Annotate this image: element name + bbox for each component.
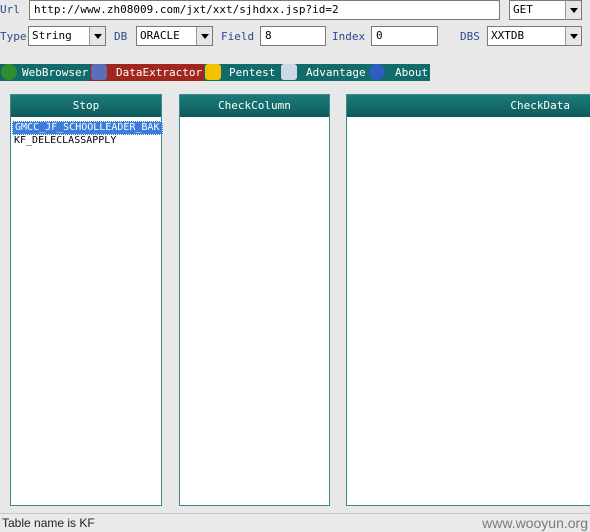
- tab-label: Pentest: [229, 66, 276, 79]
- info-icon: [369, 64, 385, 80]
- tools-icon: [281, 64, 297, 80]
- tab-pentest[interactable]: Pentest: [204, 64, 280, 81]
- dbs-value: XXTDB: [491, 29, 525, 42]
- stop-header[interactable]: Stop: [11, 95, 161, 117]
- chevron-down-icon[interactable]: [565, 1, 581, 19]
- tab-dataextractor[interactable]: DataExtractor: [90, 64, 204, 81]
- stop-panel: Stop GMCC_JF_SCHOOLLEADER_BAK KF_DELECLA…: [10, 94, 163, 506]
- radiation-icon: [205, 64, 221, 80]
- dbs-label: DBS: [460, 30, 480, 43]
- checkcolumn-header[interactable]: CheckColumn: [180, 95, 329, 117]
- db-value: ORACLE: [140, 29, 180, 42]
- chevron-down-icon[interactable]: [565, 27, 581, 45]
- tab-advantage[interactable]: Advantage: [280, 64, 368, 81]
- method-select[interactable]: GET: [509, 0, 582, 20]
- tab-label: WebBrowser: [22, 66, 89, 79]
- tab-webbrowser[interactable]: WebBrowser: [0, 64, 90, 81]
- checkdata-panel: CheckData: [346, 94, 590, 506]
- status-text: Table name is KF: [2, 516, 95, 530]
- method-value: GET: [513, 3, 533, 16]
- index-input[interactable]: 0: [371, 26, 438, 46]
- dbs-select[interactable]: XXTDB: [487, 26, 582, 46]
- type-select[interactable]: String: [28, 26, 106, 46]
- index-label: Index: [332, 30, 366, 43]
- tab-bar: WebBrowser DataExtractor Pentest Advanta…: [0, 64, 590, 81]
- status-bar: Table name is KF www.wooyun.org: [0, 513, 590, 532]
- url-input[interactable]: http://www.zh08009.com/jxt/xxt/sjhdxx.js…: [29, 0, 500, 20]
- url-label: Url: [0, 3, 20, 16]
- db-label: DB: [114, 30, 128, 43]
- list-item[interactable]: KF_DELECLASSAPPLY: [12, 135, 161, 147]
- table-list: GMCC_JF_SCHOOLLEADER_BAK KF_DELECLASSAPP…: [11, 117, 163, 147]
- checkdata-header[interactable]: CheckData: [347, 95, 590, 117]
- tab-label: Advantage: [306, 66, 366, 79]
- type-value: String: [32, 29, 72, 42]
- tab-label: DataExtractor: [116, 66, 203, 79]
- db-select[interactable]: ORACLE: [136, 26, 213, 46]
- tab-label: About: [395, 66, 429, 79]
- checkcolumn-panel: CheckColumn: [179, 94, 330, 506]
- field-label: Field: [221, 30, 255, 43]
- list-item[interactable]: GMCC_JF_SCHOOLLEADER_BAK: [12, 121, 163, 135]
- tab-about[interactable]: About: [368, 64, 430, 81]
- chevron-down-icon[interactable]: [89, 27, 105, 45]
- field-input[interactable]: 8: [260, 26, 326, 46]
- database-icon: [91, 64, 107, 80]
- chevron-down-icon[interactable]: [196, 27, 212, 45]
- type-label: Type: [0, 30, 27, 43]
- globe-icon: [1, 64, 17, 80]
- watermark: www.wooyun.org: [482, 515, 588, 531]
